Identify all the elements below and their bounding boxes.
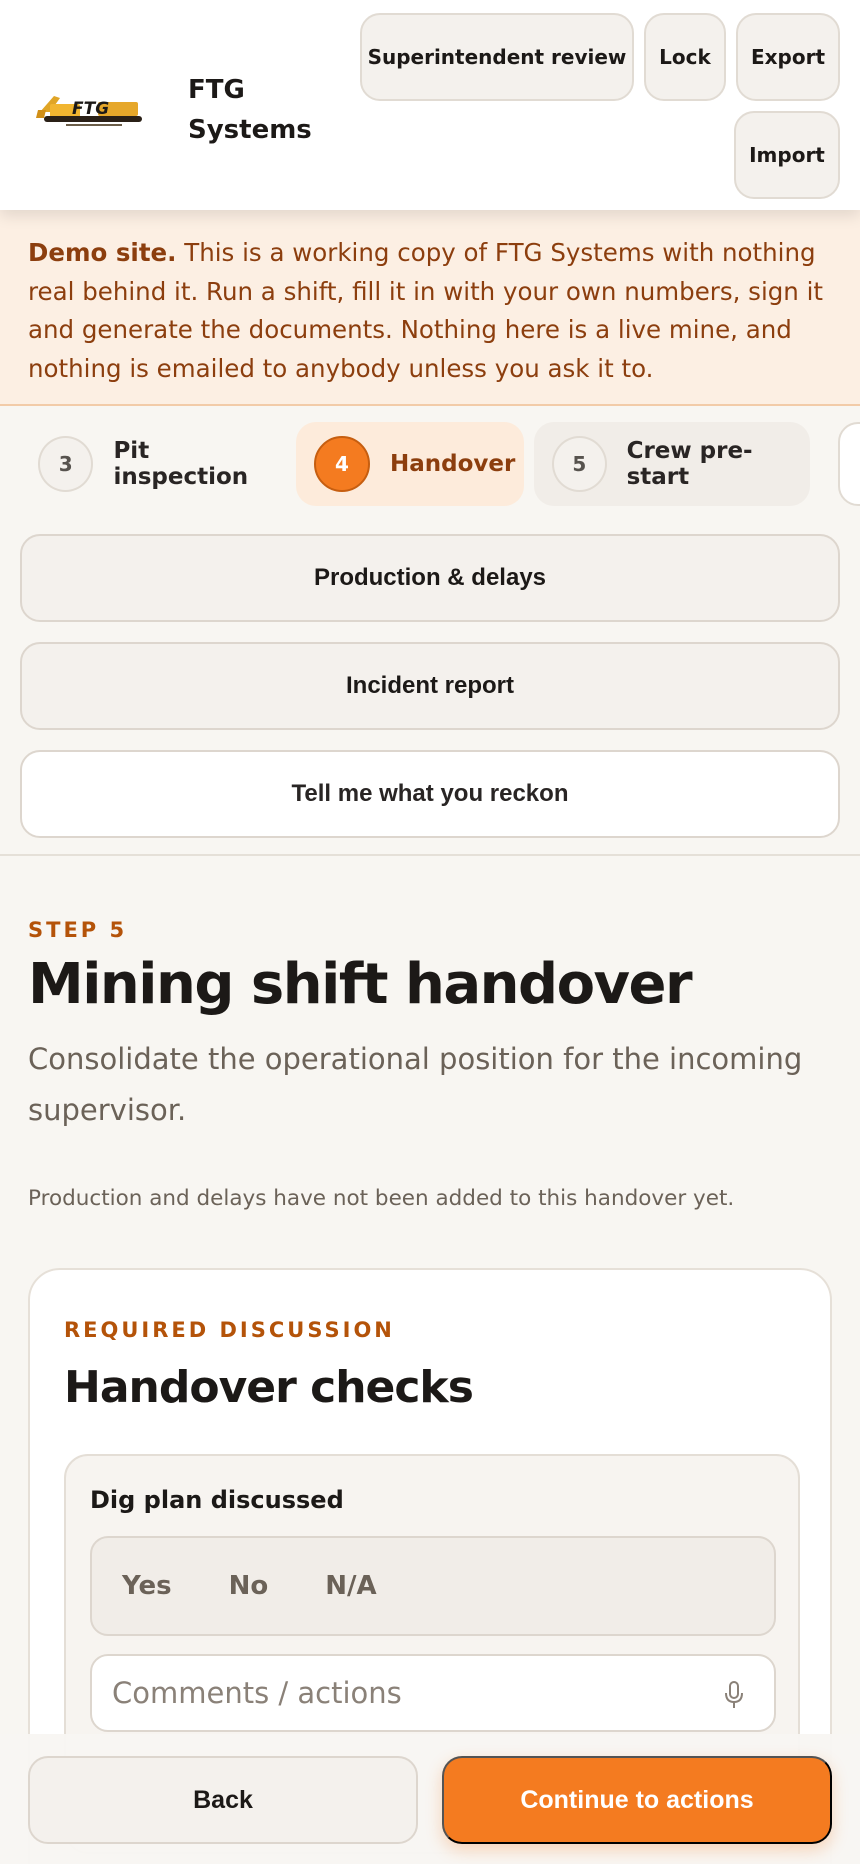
- step-label: Pit inspection: [113, 438, 249, 490]
- step-crew-pre-start[interactable]: 5 Crew pre-start: [534, 422, 810, 506]
- production-delays-button[interactable]: Production & delays: [20, 534, 840, 622]
- step-pit-inspection[interactable]: 3 Pit inspection: [20, 422, 290, 506]
- feedback-button[interactable]: Tell me what you reckon: [20, 750, 840, 838]
- step-label: Handover: [390, 451, 516, 477]
- check-label: Dig plan discussed: [90, 1486, 344, 1514]
- step-number: 3: [38, 436, 94, 492]
- step-eyebrow: STEP 5: [28, 918, 128, 942]
- step-handover[interactable]: 4 Handover: [296, 422, 524, 506]
- svg-text:FTG: FTG: [72, 99, 109, 119]
- step-label: Crew pre-start: [626, 438, 753, 490]
- brand-name: FTG Systems: [188, 75, 312, 145]
- incident-report-button[interactable]: Incident report: [20, 642, 840, 730]
- ftg-logo[interactable]: FTG: [36, 86, 148, 128]
- app-header: FTG FTG Systems Superintendent review Lo…: [0, 0, 860, 210]
- superintendent-review-button[interactable]: Superintendent review: [360, 13, 634, 101]
- option-na[interactable]: N/A: [325, 1571, 376, 1601]
- step-navigator: 3 Pit inspection 4 Handover 5 Crew pre-s…: [0, 408, 860, 518]
- section-divider: [0, 854, 860, 856]
- production-notice: Production and delays have not been adde…: [28, 1186, 735, 1211]
- bottom-action-bar: Back Continue to actions: [0, 1734, 860, 1864]
- comments-field: [90, 1654, 776, 1732]
- card-title: Handover checks: [64, 1362, 474, 1413]
- continue-button[interactable]: Continue to actions: [442, 1756, 832, 1844]
- demo-banner-lead: Demo site.: [28, 238, 177, 267]
- page-title: Mining shift handover: [28, 952, 693, 1017]
- option-no[interactable]: No: [229, 1571, 269, 1601]
- yes-no-na-selector: Yes No N/A: [90, 1536, 776, 1636]
- import-button[interactable]: Import: [734, 111, 840, 199]
- export-button[interactable]: Export: [736, 13, 840, 101]
- microphone-icon[interactable]: [722, 1680, 746, 1710]
- step-number: 4: [314, 436, 370, 492]
- demo-banner: Demo site. This is a working copy of FTG…: [0, 210, 860, 406]
- lock-button[interactable]: Lock: [644, 13, 726, 101]
- comments-input[interactable]: [112, 1656, 692, 1730]
- page-subtitle: Consolidate the operational position for…: [28, 1042, 803, 1127]
- option-yes[interactable]: Yes: [122, 1571, 172, 1601]
- card-eyebrow: REQUIRED DISCUSSION: [64, 1318, 395, 1342]
- step-number: 5: [552, 436, 607, 492]
- back-button[interactable]: Back: [28, 1756, 418, 1844]
- step-next-partial[interactable]: [838, 422, 860, 506]
